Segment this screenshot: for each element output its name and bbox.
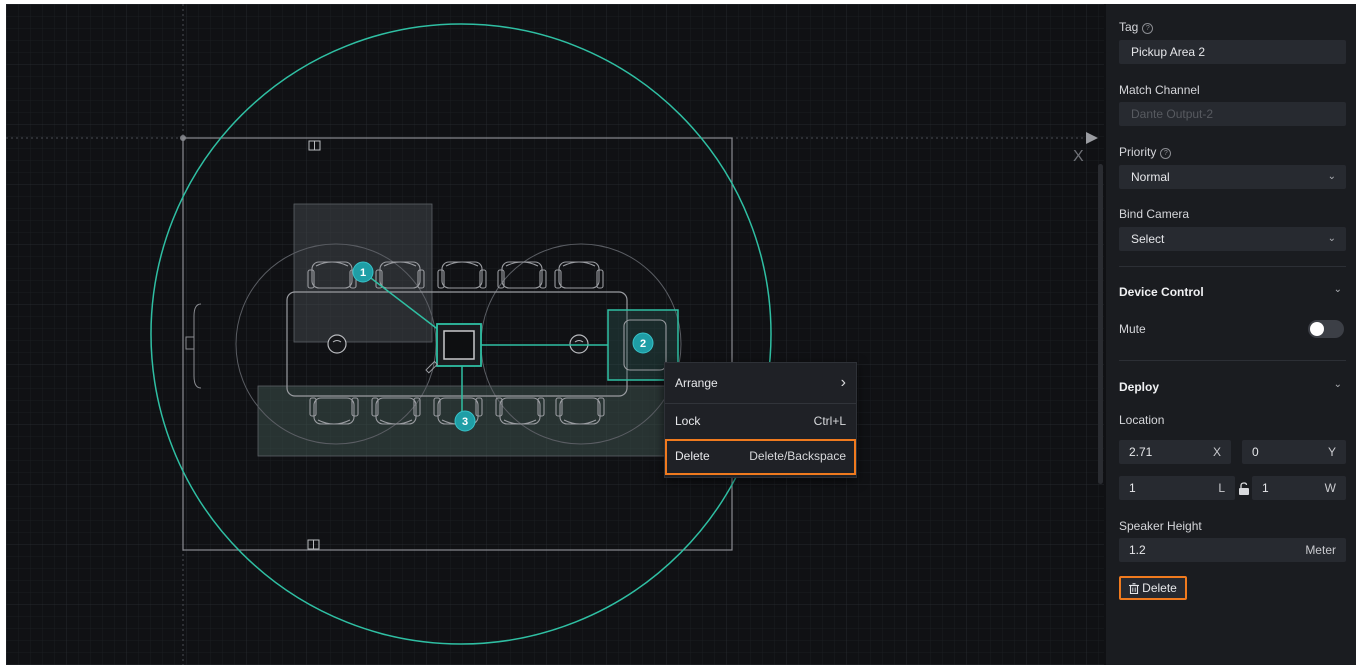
menu-item-lock-label: Lock <box>675 414 701 428</box>
location-y-input[interactable]: 0 Y <box>1242 440 1346 464</box>
panel-scrollbar[interactable] <box>1098 164 1103 484</box>
properties-panel: Tag? Pickup Area 2 Match Channel Dante O… <box>1098 4 1356 665</box>
section-divider <box>1119 360 1346 361</box>
room-canvas[interactable]: 1 2 3 X Arrange › Lock Ctrl+L Delete Del… <box>6 4 1104 665</box>
location-x-value: 2.71 <box>1129 445 1153 459</box>
deploy-title[interactable]: Deploy <box>1119 380 1159 394</box>
seat-marker-3[interactable]: 3 <box>454 410 476 432</box>
length-value: 1 <box>1129 481 1136 495</box>
width-input[interactable]: 1 W <box>1252 476 1346 500</box>
bind-camera-select[interactable]: Select ⌄ <box>1119 227 1346 251</box>
delete-button[interactable]: Delete <box>1119 576 1187 600</box>
priority-select[interactable]: Normal ⌄ <box>1119 165 1346 189</box>
match-channel-field: Dante Output-2 <box>1119 102 1346 126</box>
table-speaker-left[interactable] <box>327 334 347 354</box>
speaker-height-input[interactable]: 1.2 Meter <box>1119 538 1346 562</box>
bind-camera-select-value: Select <box>1131 232 1165 246</box>
width-unit: W <box>1324 481 1336 495</box>
seat-marker-1-label: 1 <box>360 267 366 279</box>
menu-item-delete-shortcut: Delete/Backspace <box>749 449 846 463</box>
speaker-height-label: Speaker Height <box>1119 519 1202 533</box>
mute-toggle[interactable] <box>1308 320 1344 338</box>
table-speaker-right[interactable] <box>569 334 589 354</box>
location-y-unit: Y <box>1327 445 1336 459</box>
delete-button-label: Delete <box>1142 581 1177 595</box>
length-unit: L <box>1218 481 1225 495</box>
trash-icon <box>1129 583 1140 595</box>
section-divider <box>1119 266 1346 267</box>
match-channel-label: Match Channel <box>1119 83 1200 97</box>
room-layout[interactable]: 1 2 3 <box>6 4 1104 665</box>
mute-label: Mute <box>1119 322 1146 336</box>
location-y-value: 0 <box>1252 445 1259 459</box>
menu-item-lock-shortcut: Ctrl+L <box>813 414 846 428</box>
mic-array-device[interactable] <box>436 323 482 367</box>
length-input[interactable]: 1 L <box>1119 476 1235 500</box>
menu-item-lock[interactable]: Lock Ctrl+L <box>665 404 856 438</box>
mute-toggle-knob <box>1310 322 1324 336</box>
speaker-height-value: 1.2 <box>1129 543 1146 557</box>
location-x-input[interactable]: 2.71 X <box>1119 440 1231 464</box>
menu-item-arrange[interactable]: Arrange › <box>665 366 856 400</box>
chevron-down-icon: ⌄ <box>1327 233 1336 244</box>
location-label: Location <box>1119 413 1165 427</box>
seat-marker-1[interactable]: 1 <box>352 261 374 283</box>
device-control-title[interactable]: Device Control <box>1119 285 1204 299</box>
menu-item-arrange-label: Arrange <box>675 376 718 390</box>
bind-camera-label: Bind Camera <box>1119 207 1190 221</box>
chevron-right-icon: › <box>840 374 846 391</box>
seat-marker-3-label: 3 <box>462 416 468 428</box>
chevron-down-icon: ⌄ <box>1327 171 1336 182</box>
seat-marker-2[interactable]: 2 <box>632 332 654 354</box>
menu-item-delete-label: Delete <box>675 449 710 463</box>
priority-select-value: Normal <box>1131 170 1170 184</box>
width-value: 1 <box>1262 481 1269 495</box>
location-x-unit: X <box>1212 445 1221 459</box>
tag-label-text: Tag <box>1119 20 1139 34</box>
menu-item-delete[interactable]: Delete Delete/Backspace <box>665 439 856 475</box>
x-axis-label: X <box>1073 148 1084 165</box>
tag-input[interactable]: Pickup Area 2 <box>1119 40 1346 64</box>
grid-major <box>6 4 1104 665</box>
speaker-height-unit: Meter <box>1305 543 1336 557</box>
chevron-down-icon[interactable]: ⌄ <box>1334 284 1342 295</box>
context-menu: Arrange › Lock Ctrl+L Delete Delete/Back… <box>664 362 857 478</box>
chevron-down-icon[interactable]: ⌄ <box>1334 379 1342 390</box>
tag-label: Tag? <box>1119 20 1154 34</box>
help-icon[interactable]: ? <box>1160 148 1172 159</box>
priority-label-text: Priority <box>1119 145 1157 159</box>
unlock-icon[interactable] <box>1238 482 1250 496</box>
help-icon[interactable]: ? <box>1142 23 1154 34</box>
app-window: 1 2 3 X Arrange › Lock Ctrl+L Delete Del… <box>6 4 1356 665</box>
priority-label: Priority? <box>1119 145 1172 159</box>
seat-marker-2-label: 2 <box>640 338 646 350</box>
